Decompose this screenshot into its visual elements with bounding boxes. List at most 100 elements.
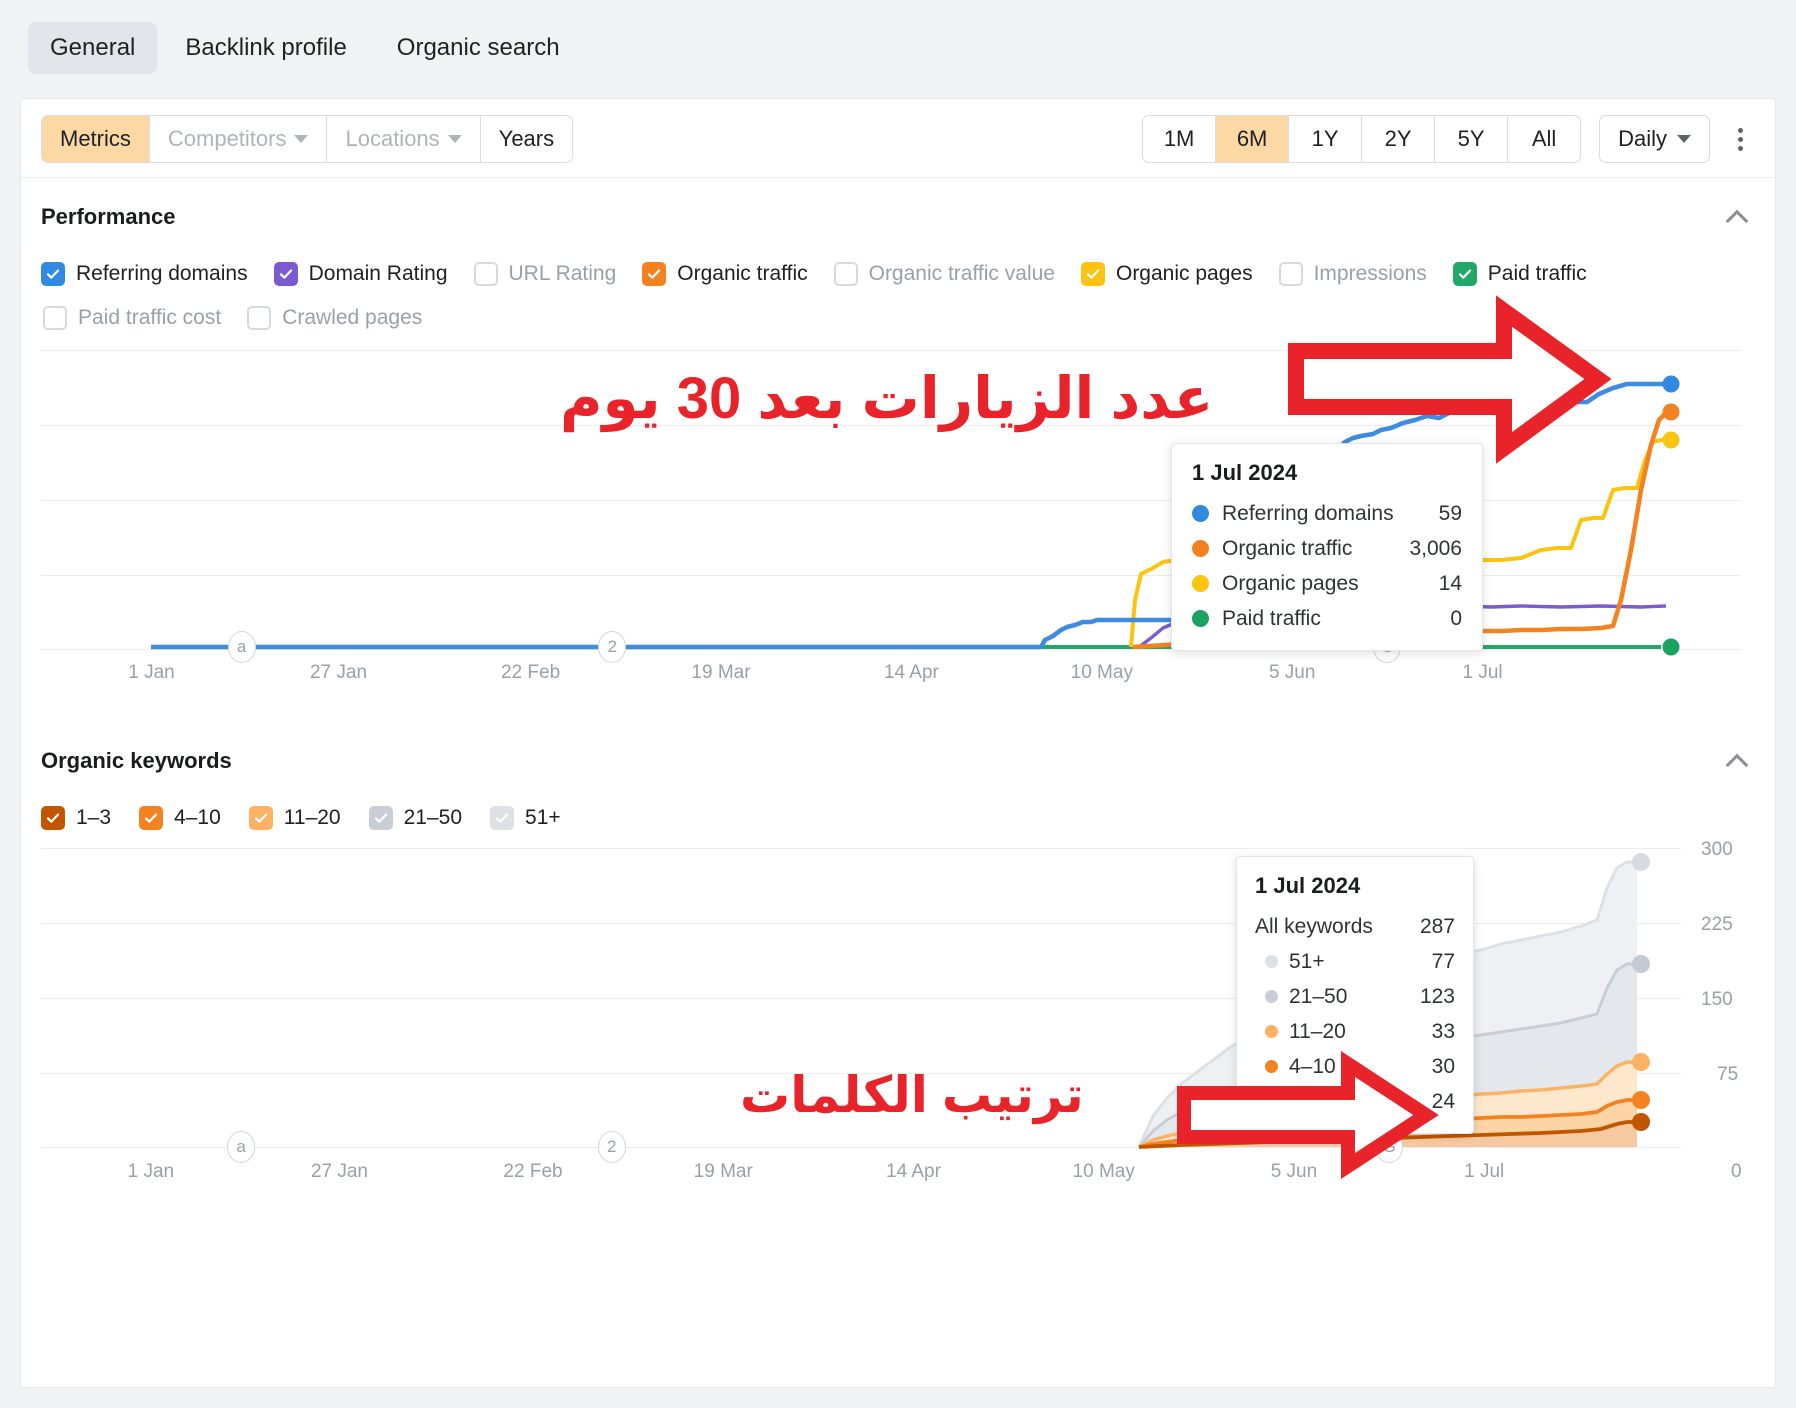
organic-keywords-x-axis: 1 Jan 27 Jan 22 Feb 19 Mar 14 Apr 10 May…	[41, 1161, 1681, 1191]
legend-item-21-50[interactable]: 21–50	[368, 796, 462, 840]
annotation-performance-arrow-icon	[1288, 295, 1612, 464]
range-5y[interactable]: 5Y	[1435, 116, 1509, 162]
legend-item-11-20[interactable]: 11–20	[248, 796, 341, 840]
legend-label: 4–10	[174, 806, 221, 829]
years-button[interactable]: Years	[480, 116, 573, 162]
checkbox-paid-traffic-cost[interactable]	[43, 306, 67, 330]
tooltip-row: Organic traffic 3,006	[1192, 531, 1462, 566]
checkbox-domain-rating[interactable]	[273, 262, 298, 286]
more-options-button[interactable]	[1728, 122, 1753, 157]
tooltip-total-row: All keywords 287	[1255, 909, 1455, 944]
legend-item-paid-traffic[interactable]: Paid traffic	[1452, 252, 1587, 296]
legend-item-domain-rating[interactable]: Domain Rating	[273, 252, 448, 296]
tab-general[interactable]: General	[28, 22, 158, 74]
legend-item-paid-traffic-cost[interactable]: Paid traffic cost	[43, 296, 221, 340]
organic-keywords-y-axis: 300 225 150 75 0	[1701, 839, 1775, 1182]
range-2y[interactable]: 2Y	[1362, 116, 1436, 162]
check-icon	[1086, 269, 1100, 279]
kebab-dot	[1738, 136, 1743, 142]
check-icon	[495, 813, 509, 823]
checkbox-url-rating[interactable]	[473, 262, 498, 286]
checkbox-1-3[interactable]	[41, 806, 65, 830]
metrics-label: Metrics	[60, 126, 131, 151]
endpoint-organic-traffic	[1662, 403, 1680, 421]
series-color-dot	[1192, 505, 1209, 522]
granularity-label: Daily	[1618, 126, 1667, 151]
check-icon	[144, 813, 158, 823]
checkbox-paid-traffic[interactable]	[1452, 262, 1477, 286]
checkbox-organic-pages[interactable]	[1080, 262, 1105, 286]
range-all[interactable]: All	[1508, 116, 1580, 162]
endpoint-51-plus	[1632, 853, 1650, 871]
event-marker-a[interactable]: a	[227, 1131, 256, 1163]
checkbox-4-10[interactable]	[139, 806, 164, 830]
tooltip-row: Referring domains 59	[1192, 496, 1462, 531]
event-marker-2[interactable]: 2	[597, 1131, 626, 1163]
event-marker-a[interactable]: a	[227, 631, 256, 663]
check-icon	[254, 813, 267, 823]
top-tabstrip: General Backlink profile Organic search	[0, 0, 1796, 100]
range-1y[interactable]: 1Y	[1289, 116, 1363, 162]
checkbox-organic-traffic-value[interactable]	[833, 262, 858, 286]
x-tick: 10 May	[1070, 662, 1133, 683]
tooltip-date: 1 Jul 2024	[1192, 460, 1298, 485]
legend-label: Paid traffic	[1487, 262, 1587, 285]
x-tick: 27 Jan	[309, 662, 368, 683]
tooltip-row: 11–20 33	[1255, 1014, 1455, 1049]
chevron-down-icon	[447, 135, 462, 143]
range-1m[interactable]: 1M	[1143, 116, 1217, 162]
checkbox-organic-traffic[interactable]	[642, 262, 667, 286]
toolbar-left-group: Metrics Competitors Locations Years	[41, 115, 574, 163]
range-6m[interactable]: 6M	[1216, 116, 1290, 162]
check-icon	[46, 813, 60, 823]
tooltip-series-name: 21–50	[1289, 984, 1348, 1008]
series-color-dot	[1192, 575, 1209, 592]
collapse-performance-chevron-up-icon[interactable]	[1727, 206, 1749, 228]
legend-item-organic-pages[interactable]: Organic pages	[1080, 252, 1253, 296]
y-tick: 150	[1701, 989, 1733, 1010]
legend-label: 51+	[525, 806, 561, 829]
checkbox-21-50[interactable]	[368, 806, 393, 830]
legend-item-51-plus[interactable]: 51+	[490, 796, 561, 840]
annotation-performance-text: عدد الزيارات بعد 30 يوم	[560, 366, 1214, 431]
tab-organic-search[interactable]: Organic search	[375, 22, 582, 74]
legend-item-url-rating[interactable]: URL Rating	[473, 252, 616, 296]
metrics-button[interactable]: Metrics	[42, 116, 150, 162]
checkbox-crawled-pages[interactable]	[247, 306, 272, 330]
event-marker-2[interactable]: 2	[598, 631, 627, 663]
collapse-organic-keywords-chevron-up-icon[interactable]	[1727, 750, 1749, 772]
legend-label: Paid traffic cost	[78, 306, 222, 329]
granularity-dropdown[interactable]: Daily	[1599, 115, 1710, 163]
performance-x-axis: 1 Jan 27 Jan 22 Feb 19 Mar 14 Apr 10 May…	[41, 662, 1741, 692]
x-tick: 19 Mar	[691, 662, 751, 683]
checkbox-51-plus[interactable]	[490, 806, 515, 830]
organic-keywords-chart[interactable]: a 2 G 300 225 150 75 0 1 Jan 27 Jan 22 F…	[21, 839, 1775, 1182]
series-color-dot	[1265, 990, 1278, 1003]
locations-dropdown[interactable]: Locations	[327, 116, 481, 162]
legend-item-organic-traffic[interactable]: Organic traffic	[642, 252, 808, 296]
tooltip-series-value: 33	[1431, 1019, 1455, 1043]
main-card: Metrics Competitors Locations Years 1M 6…	[20, 98, 1776, 1388]
legend-item-impressions[interactable]: Impressions	[1278, 252, 1427, 296]
legend-item-4-10[interactable]: 4–10	[139, 796, 221, 840]
checkbox-referring-domains[interactable]	[41, 262, 65, 286]
legend-item-referring-domains[interactable]: Referring domains	[41, 252, 248, 296]
legend-item-crawled-pages[interactable]: Crawled pages	[247, 296, 422, 340]
tab-backlink-profile[interactable]: Backlink profile	[163, 22, 368, 74]
check-icon	[46, 269, 60, 279]
x-tick: 22 Feb	[503, 1161, 563, 1182]
organic-keywords-legend: 1–3 4–10 11–20 21–50 51+	[21, 774, 1761, 840]
legend-item-organic-traffic-value[interactable]: Organic traffic value	[833, 252, 1055, 296]
x-tick: 1 Jan	[127, 1161, 175, 1182]
legend-label: Organic traffic	[677, 262, 808, 285]
legend-item-1-3[interactable]: 1–3	[41, 796, 111, 840]
series-color-dot	[1192, 540, 1209, 557]
checkbox-impressions[interactable]	[1278, 262, 1303, 286]
series-color-dot	[1265, 955, 1278, 968]
legend-label: Impressions	[1313, 262, 1427, 285]
competitors-dropdown[interactable]: Competitors	[149, 116, 328, 162]
endpoint-paid-traffic	[1662, 638, 1680, 656]
organic-keywords-title: Organic keywords	[41, 748, 232, 773]
kebab-dot	[1738, 127, 1743, 133]
checkbox-11-20[interactable]	[248, 806, 273, 830]
